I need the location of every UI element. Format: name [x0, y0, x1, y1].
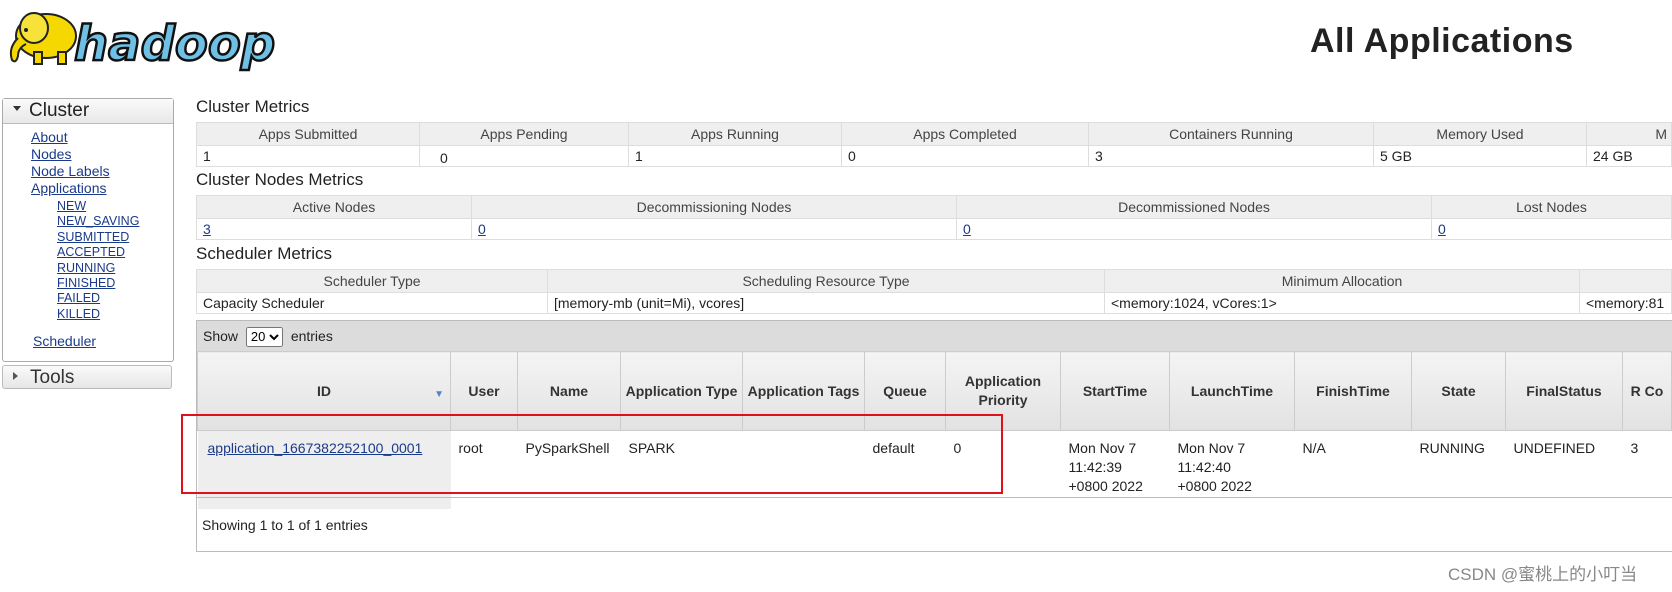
nav-link-about[interactable]: About [31, 129, 110, 146]
elephant-icon: hadoop [9, 12, 276, 73]
metric-header: Lost Nodes [1431, 195, 1672, 219]
entries-label: entries [290, 328, 333, 344]
decommissioned-nodes-link[interactable]: 0 [963, 221, 971, 237]
metric-header: Containers Running [1088, 122, 1374, 146]
nav-state-finished[interactable]: FINISHED [57, 276, 139, 291]
nav-cluster-label: Cluster [29, 100, 90, 121]
metric-value [419, 145, 629, 167]
nav-state-submitted[interactable]: SUBMITTED [57, 230, 139, 245]
metric-header: Decommissioning Nodes [471, 195, 957, 219]
nav-link-nodes[interactable]: Nodes [31, 146, 110, 163]
metric-header: Apps Submitted [196, 122, 420, 146]
metric-value: <memory:1024, vCores:1> [1104, 292, 1580, 314]
col-header-state[interactable]: State [1411, 351, 1506, 431]
metric-header: Apps Running [628, 122, 842, 146]
metric-value: 5 GB [1373, 145, 1587, 167]
sort-desc-icon: ▼ [434, 389, 444, 400]
metric-header: Minimum Allocation [1104, 269, 1580, 293]
nav-link-node-labels[interactable]: Node Labels [31, 163, 110, 180]
metric-value: 1 [628, 145, 842, 167]
apps-length-control: Show 20 entries [197, 321, 1672, 351]
col-header-running-containers[interactable]: R Co [1622, 351, 1672, 431]
nav-state-failed[interactable]: FAILED [57, 291, 139, 306]
nav-state-running[interactable]: RUNNING [57, 261, 139, 276]
metric-value: 1 [196, 145, 420, 167]
nav-state-accepted[interactable]: ACCEPTED [57, 245, 139, 260]
apps-pending-value: 0 [440, 150, 448, 166]
logo-text: hadoop [74, 16, 275, 72]
watermark: CSDN @蜜桃上的小叮当 [1448, 565, 1638, 584]
col-header-finish-time[interactable]: FinishTime [1294, 351, 1412, 431]
metric-header: Apps Completed [841, 122, 1089, 146]
scheduler-metrics-table: Scheduler Type Scheduling Resource Type … [196, 269, 1672, 314]
nav-cluster-panel: Cluster About Nodes Node Labels Applicat… [2, 98, 174, 362]
page-title: All Applications [1310, 22, 1574, 60]
cluster-metrics-title: Cluster Metrics [196, 97, 310, 116]
show-label: Show [203, 328, 239, 344]
nav-link-applications[interactable]: Applications [31, 180, 110, 197]
decommissioning-nodes-link[interactable]: 0 [478, 221, 486, 237]
table-info: Showing 1 to 1 of 1 entries [197, 497, 1672, 552]
metric-value: <memory:81 [1579, 292, 1672, 314]
metric-value: 0 [841, 145, 1089, 167]
nav-link-scheduler[interactable]: Scheduler [33, 333, 96, 349]
node-metrics-table: Active Nodes Decommissioning Nodes Decom… [196, 195, 1672, 240]
metric-value: [memory-mb (unit=Mi), vcores] [547, 292, 1105, 314]
nav-cluster-header[interactable]: Cluster [3, 99, 173, 124]
col-header-final-status[interactable]: FinalStatus [1505, 351, 1623, 431]
triangle-right-icon [13, 371, 18, 380]
page-size-select[interactable]: 20 [245, 326, 283, 347]
scheduler-metrics-title: Scheduler Metrics [196, 244, 333, 263]
triangle-down-icon [13, 106, 21, 112]
metric-value: 24 GB [1586, 145, 1672, 167]
metric-value: 3 [1088, 145, 1374, 167]
metric-header [1579, 269, 1672, 293]
lost-nodes-link[interactable]: 0 [1438, 221, 1446, 237]
metric-header: Apps Pending [419, 122, 629, 146]
nav-state-new[interactable]: NEW [57, 199, 139, 214]
metric-header: Active Nodes [196, 195, 472, 219]
node-metrics-title: Cluster Nodes Metrics [196, 170, 364, 189]
active-nodes-link[interactable]: 3 [203, 221, 211, 237]
nav-tools-header[interactable]: Tools [2, 365, 172, 389]
col-header-launch-time[interactable]: LaunchTime [1169, 351, 1295, 431]
cluster-metrics-table: Apps Submitted Apps Pending Apps Running… [196, 122, 1672, 167]
metric-header: M [1586, 122, 1672, 146]
metric-header: Memory Used [1373, 122, 1587, 146]
nav-tools-label: Tools [30, 367, 75, 388]
nav-state-new-saving[interactable]: NEW_SAVING [57, 214, 139, 229]
col-header-start-time[interactable]: StartTime [1060, 351, 1170, 431]
nav-state-killed[interactable]: KILLED [57, 307, 139, 322]
metric-header: Decommissioned Nodes [956, 195, 1432, 219]
red-highlight-box [181, 414, 1003, 494]
hadoop-logo: hadoop [4, 4, 286, 74]
metric-value: Capacity Scheduler [196, 292, 548, 314]
metric-header: Scheduler Type [196, 269, 548, 293]
metric-header: Scheduling Resource Type [547, 269, 1105, 293]
